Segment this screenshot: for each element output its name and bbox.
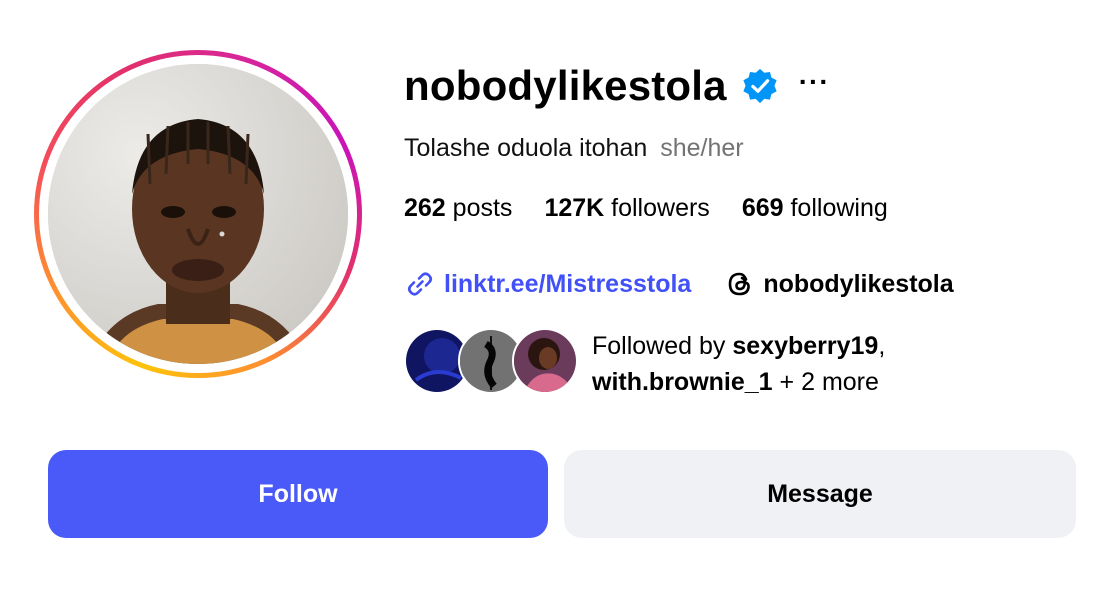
follow-button[interactable]: Follow — [48, 450, 548, 538]
profile-stats: 262 posts 127K followers 669 following — [404, 194, 888, 223]
followed-by-separator: , — [878, 332, 886, 360]
following-count: 669 — [741, 194, 784, 222]
mutual-avatar — [512, 328, 578, 394]
following-stat[interactable]: 669 following — [742, 194, 888, 223]
full-name: Tolashe oduola itohan — [404, 134, 648, 162]
followers-label: followers — [611, 194, 710, 222]
mutual-user-2[interactable]: with.brownie_1 — [592, 368, 773, 396]
pronouns: she/her — [660, 134, 744, 162]
posts-count: 262 — [404, 194, 446, 222]
threads-icon — [729, 272, 751, 296]
following-label: following — [790, 194, 888, 222]
mutual-avatars — [404, 328, 578, 394]
link-icon — [407, 272, 433, 296]
followers-stat[interactable]: 127K followers — [544, 194, 709, 223]
username-row: nobodylikestola ··· — [404, 62, 830, 110]
avatar-portrait-image — [48, 64, 348, 364]
website-link[interactable]: linktr.ee/Mistresstola — [404, 268, 691, 300]
website-link-text: linktr.ee/Mistresstola — [444, 269, 692, 298]
profile-avatar-story-ring[interactable] — [34, 50, 362, 378]
bio-name-row: Tolashe oduola itohan she/her — [404, 134, 744, 163]
verified-badge-icon — [743, 68, 777, 104]
followed-by-text: Followed by sexyberry19, with.brownie_1 … — [592, 328, 885, 400]
profile-avatar — [48, 64, 348, 364]
message-button[interactable]: Message — [564, 450, 1076, 538]
mutual-followers[interactable]: Followed by sexyberry19, with.brownie_1 … — [404, 328, 885, 400]
followed-by-prefix: Followed by — [592, 332, 726, 360]
more-options-icon[interactable]: ··· — [799, 68, 830, 96]
followers-count: 127K — [544, 194, 605, 222]
avatar-gap — [39, 55, 357, 373]
followed-by-suffix: + 2 more — [779, 368, 879, 396]
profile-links: linktr.ee/Mistresstola nobodylikestola — [404, 268, 954, 300]
posts-stat: 262 posts — [404, 194, 512, 223]
threads-link[interactable]: nobodylikestola — [725, 269, 954, 299]
posts-label: posts — [452, 194, 513, 222]
username: nobodylikestola — [404, 62, 727, 109]
threads-handle: nobodylikestola — [763, 269, 954, 298]
mutual-user-1[interactable]: sexyberry19 — [732, 332, 878, 360]
